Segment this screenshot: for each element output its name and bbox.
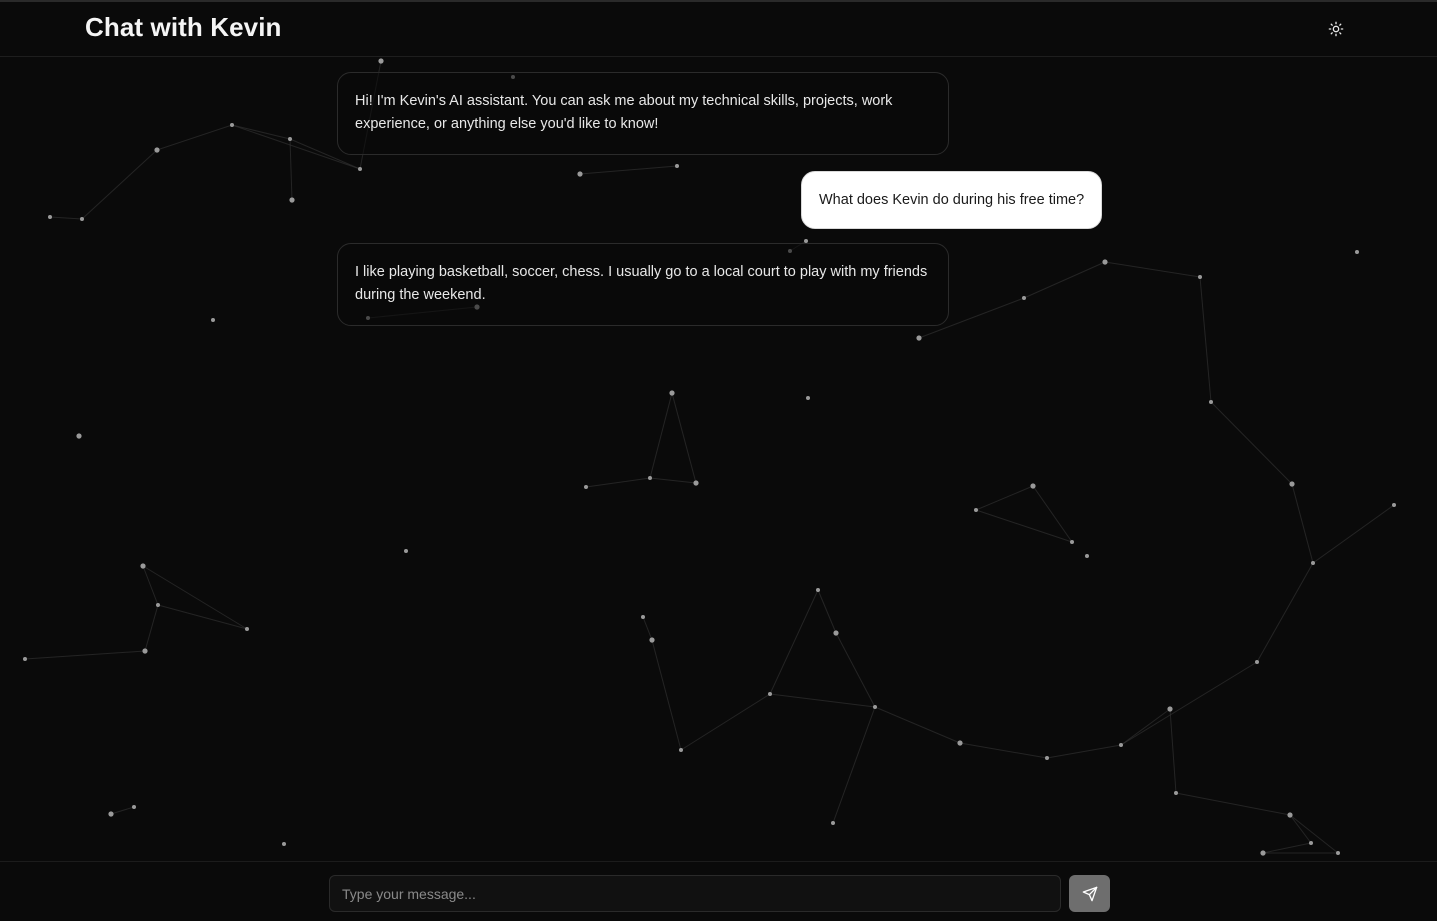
assistant-message: I like playing basketball, soccer, chess…: [337, 243, 949, 326]
page-title: Chat with Kevin: [85, 12, 282, 42]
theme-toggle-button[interactable]: [1324, 17, 1348, 41]
message-input[interactable]: [329, 875, 1061, 912]
message-list: Hi! I'm Kevin's AI assistant. You can as…: [0, 2, 1437, 862]
sun-icon: [1328, 21, 1344, 37]
send-icon: [1082, 886, 1097, 901]
chat-app: Chat with Kevin Hi! I'm Kevin's AI assis…: [0, 0, 1437, 921]
assistant-message: Hi! I'm Kevin's AI assistant. You can as…: [337, 72, 949, 155]
user-message: What does Kevin do during his free time?: [801, 171, 1102, 229]
send-button[interactable]: [1069, 875, 1110, 912]
composer-bar: [0, 861, 1437, 921]
header: Chat with Kevin: [0, 2, 1437, 57]
